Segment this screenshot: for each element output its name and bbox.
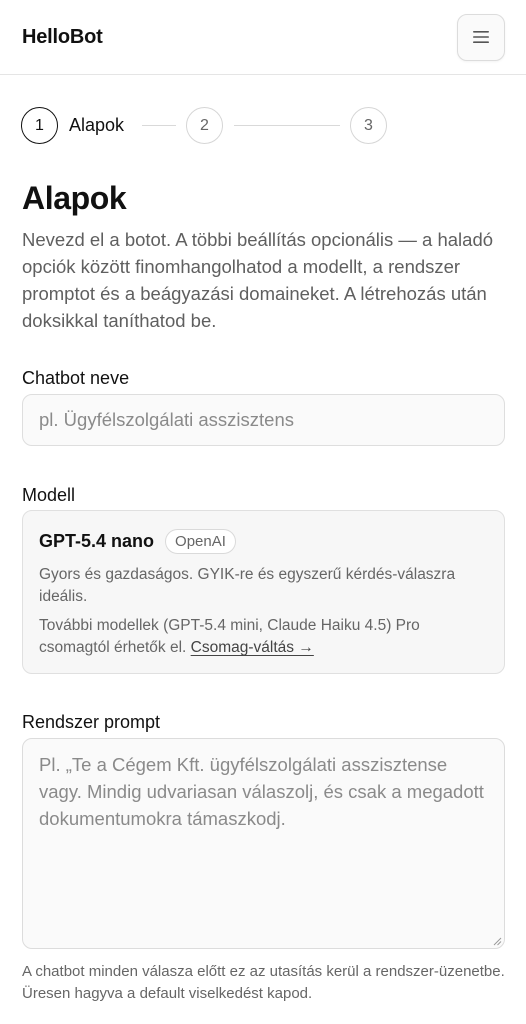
- step-1-label: Alapok: [69, 115, 125, 135]
- menu-button[interactable]: [457, 13, 505, 61]
- chatbot-name-label: Chatbot neve: [22, 368, 130, 388]
- step-connector: [142, 125, 176, 126]
- hamburger-menu-icon: [473, 31, 489, 43]
- system-prompt-label: Rendszer prompt: [22, 712, 161, 732]
- app-header: HelloBot: [0, 0, 526, 75]
- brand-logo[interactable]: HelloBot: [22, 26, 103, 49]
- step-3-circle[interactable]: 3: [350, 107, 387, 144]
- page-description: Nevezd el a botot. A többi beállítás opc…: [22, 229, 494, 331]
- model-upgrade-note: További modellek (GPT-5.4 mini, Claude H…: [39, 615, 489, 659]
- upgrade-plan-link[interactable]: Csomag-váltás →: [191, 639, 314, 656]
- provider-badge: OpenAI: [165, 529, 236, 554]
- chatbot-name-placeholder: pl. Ügyfélszolgálati asszisztens: [39, 409, 294, 430]
- model-header: GPT-5.4 nano OpenAI: [39, 529, 236, 554]
- resize-handle-icon[interactable]: [492, 936, 502, 946]
- step-connector: [234, 125, 340, 126]
- page-intro: Alapok Nevezd el a botot. A többi beállí…: [22, 178, 506, 334]
- step-2-circle[interactable]: 2: [186, 107, 223, 144]
- model-description: Gyors és gazdaságos. GYIK-re és egyszerű…: [39, 566, 456, 605]
- stepper: 1 Alapok 2 3: [0, 107, 526, 147]
- model-label: Modell: [22, 485, 76, 505]
- model-card[interactable]: GPT-5.4 nano OpenAI Gyors és gazdaságos.…: [22, 510, 505, 674]
- page-title: Alapok: [22, 180, 127, 216]
- chatbot-name-input[interactable]: pl. Ügyfélszolgálati asszisztens: [22, 394, 505, 446]
- system-prompt-placeholder: Pl. „Te a Cégem Kft. ügyfélszolgálati as…: [39, 754, 484, 829]
- system-prompt-help: A chatbot minden válasza előtt ez az uta…: [22, 963, 505, 1002]
- system-prompt-textarea[interactable]: Pl. „Te a Cégem Kft. ügyfélszolgálati as…: [22, 738, 505, 949]
- step-1-circle[interactable]: 1: [21, 107, 58, 144]
- model-name: GPT-5.4 nano: [39, 531, 155, 551]
